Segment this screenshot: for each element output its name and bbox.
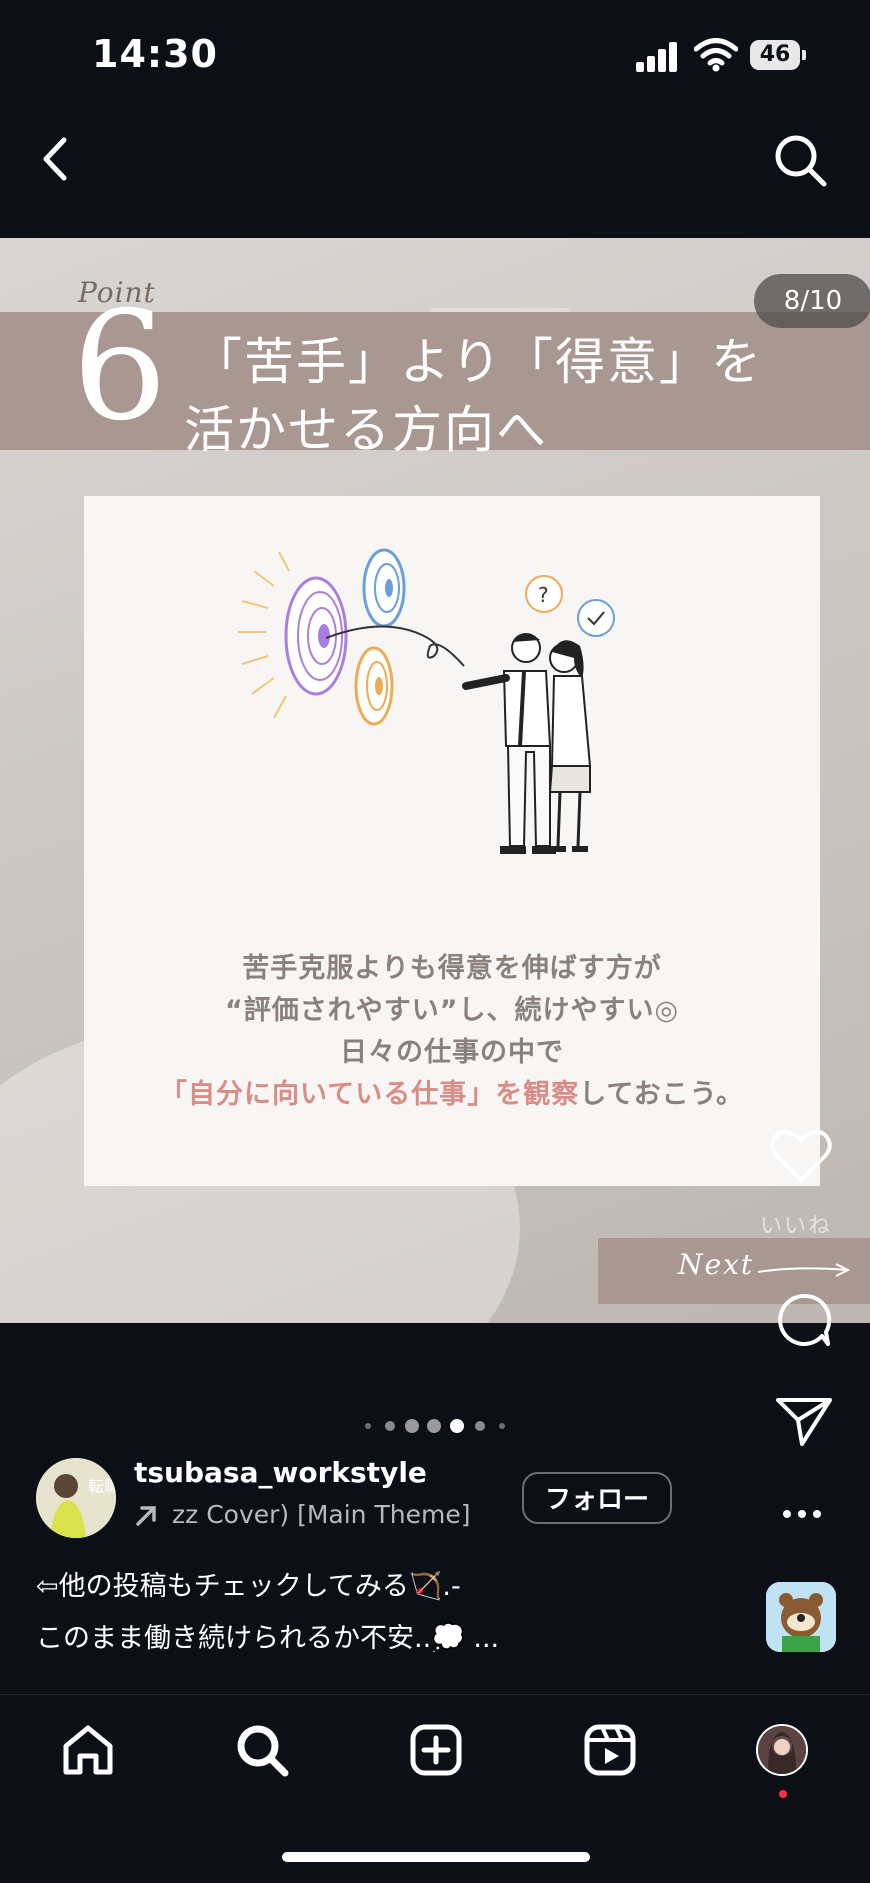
profile-avatar[interactable] <box>756 1724 808 1776</box>
home-icon[interactable] <box>60 1722 116 1778</box>
slide-counter: 8/10 <box>754 274 870 328</box>
avatar[interactable]: 転職 <box>36 1458 116 1538</box>
like-label: いいね <box>760 1214 833 1239</box>
post-title-line1: 「苦手」より「得意」を <box>192 333 763 391</box>
body-text-line4: 「自分に向いている仕事」を観察しておこう。 <box>84 1072 820 1111</box>
body-text-line1: 苦手克服よりも得意を伸ばす方が <box>242 953 662 984</box>
caption-line1: ⇦他の投稿もチェックしてみる🏹.- <box>36 1571 461 1602</box>
wifi-icon <box>694 38 738 72</box>
more-icon[interactable] <box>782 1508 822 1520</box>
carousel-dots <box>365 1419 505 1433</box>
body-text-line2: “評価されやすい”し、続けやすい◎ <box>224 995 680 1026</box>
svg-text:?: ? <box>538 583 549 607</box>
chevron-left-icon[interactable] <box>40 136 70 182</box>
music-title[interactable]: zz Cover) [Main Theme] <box>172 1500 470 1529</box>
arrow-right-icon <box>757 1263 851 1277</box>
follow-button[interactable]: フォロー <box>522 1472 672 1524</box>
battery-level: 46 <box>750 40 800 70</box>
character-avatar[interactable] <box>766 1582 836 1652</box>
post-image[interactable]: Point 6 「苦手」より「得意」を 活かせる方向へ 8/10 ? 苦手克服よ… <box>0 238 870 1323</box>
target-business-illustration: ? <box>238 548 615 854</box>
home-indicator <box>282 1852 590 1862</box>
body-tail: しておこう。 <box>579 1079 744 1110</box>
search-icon[interactable] <box>234 1722 290 1778</box>
caption-line2[interactable]: このまま働き続けられるか不安..💭 ... <box>36 1616 499 1655</box>
heart-icon[interactable] <box>770 1128 832 1184</box>
comment-icon[interactable] <box>776 1292 832 1348</box>
send-icon[interactable] <box>774 1396 834 1448</box>
content-card: ? 苦手克服よりも得意を伸ばす方が “評価されやすい”し、続けやすい◎ 日々の仕… <box>84 496 820 1186</box>
body-highlight: 「自分に向いている仕事」を観察 <box>160 1079 580 1110</box>
cellular-signal-icon <box>636 42 680 72</box>
notification-dot <box>779 1790 787 1798</box>
username[interactable]: tsubasa_workstyle <box>134 1456 427 1489</box>
status-time: 14:30 <box>92 32 218 76</box>
point-number: 6 <box>72 280 168 454</box>
avatar-text: 転職 <box>88 1477 116 1496</box>
post-title-line2: 活かせる方向へ <box>184 401 548 459</box>
next-label: Next <box>678 1248 755 1281</box>
arrow-up-right-icon <box>136 1506 156 1526</box>
battery-indicator: 46 <box>750 40 806 70</box>
body-text-line3: 日々の仕事の中で <box>340 1037 564 1068</box>
search-icon[interactable] <box>772 132 828 188</box>
plus-square-icon[interactable] <box>408 1722 464 1778</box>
reels-icon[interactable] <box>582 1722 638 1778</box>
